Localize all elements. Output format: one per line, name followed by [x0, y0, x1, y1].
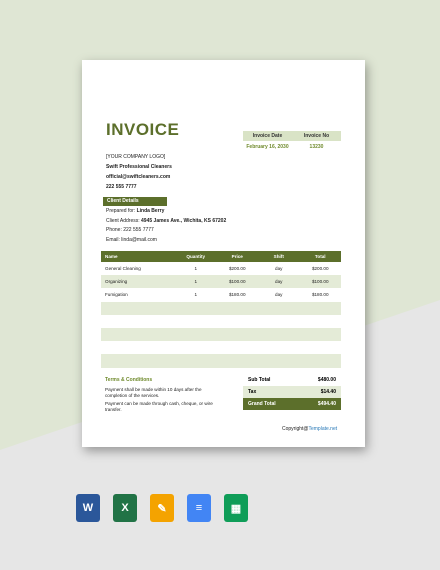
prepared-for-value: Linda Berry: [136, 208, 165, 214]
copyright-text: Copyright@: [282, 426, 309, 432]
invoice-no-header: Invoice No: [303, 133, 330, 139]
sub-total-row: Sub Total $480.00: [243, 374, 341, 386]
invoice-title: INVOICE: [106, 120, 180, 139]
items-table: Name Quantity Price Shift Total General …: [101, 251, 341, 368]
tax-value: $14.40: [320, 389, 336, 395]
header-price: Price: [231, 254, 243, 259]
grand-total-row: Grand Total $494.40: [243, 398, 341, 410]
cell-name: Organizing: [105, 279, 128, 285]
template-link[interactable]: Template.net: [308, 426, 337, 432]
client-address-value: 4945 James Ave., Wichita, KS 67202: [141, 217, 227, 224]
table-row: Organizing 1 $100.00 day $100.00: [101, 275, 341, 289]
tax-row: Tax $14.40: [243, 386, 341, 398]
table-row: General Cleaning 1 $200.00 day $200.00: [101, 262, 341, 275]
cell-name: Fumigation: [105, 292, 128, 298]
cell-shift: day: [275, 292, 283, 298]
invoice-page: INVOICE Invoice Date Invoice No February…: [82, 60, 365, 447]
table-row-empty: [101, 315, 341, 328]
cell-price: $100.00: [228, 279, 246, 285]
table-row-empty: [101, 354, 341, 368]
word-icon[interactable]: W: [76, 494, 100, 522]
table-row-empty: [101, 327, 341, 342]
terms-line: Payment shall be made within 10 days aft…: [105, 387, 202, 398]
terms-line: Payment can be made through cash, cheque…: [105, 401, 213, 412]
app-icons: W X ✎ ≡ ▦: [76, 494, 248, 522]
cell-quantity: 1: [194, 266, 198, 272]
invoice-no-value: 13230: [309, 144, 324, 150]
sheets-icon[interactable]: ▦: [224, 494, 248, 522]
excel-icon[interactable]: X: [113, 494, 137, 522]
cell-total: $100.00: [311, 279, 329, 285]
table-header-row: Name Quantity Price Shift Total: [101, 251, 341, 262]
grand-total-value: $494.40: [317, 401, 336, 407]
grand-total-label: Grand Total: [248, 401, 276, 407]
tax-label: Tax: [248, 389, 257, 395]
header-quantity: Quantity: [186, 254, 206, 259]
invoice-date-header: Invoice Date: [252, 133, 283, 139]
docs-icon[interactable]: ≡: [187, 494, 211, 522]
pages-icon[interactable]: ✎: [150, 494, 174, 522]
copyright: Copyright@Template.net: [282, 426, 337, 432]
cell-name: General Cleaning: [105, 266, 141, 272]
client-phone: Phone: 222 555 7777: [106, 227, 154, 233]
company-email: official@swiftcleaners.com: [106, 174, 171, 180]
table-row: Fumigation 1 $180.00 day $180.00: [101, 288, 341, 301]
header-total: Total: [314, 254, 326, 259]
totals-block: Sub Total $480.00 Tax $14.40 Grand Total…: [243, 374, 341, 410]
invoice-meta-header: Invoice Date Invoice No: [243, 131, 341, 141]
cell-quantity: 1: [194, 279, 198, 285]
table-row-empty: [101, 341, 341, 354]
company-logo-placeholder: [YOUR COMPANY LOGO]: [106, 154, 166, 160]
header-name: Name: [105, 254, 118, 259]
cell-shift: day: [275, 279, 283, 285]
cell-quantity: 1: [194, 292, 198, 298]
cell-price: $200.00: [228, 266, 246, 272]
terms-text: Payment shall be made within 10 days aft…: [105, 387, 215, 415]
sub-total-label: Sub Total: [248, 377, 271, 383]
invoice-meta-values: February 16, 2030 13230: [243, 142, 341, 152]
client-address-label: Client Address:: [106, 217, 140, 224]
client-details-label: Client Details: [103, 197, 167, 206]
table-row-empty: [101, 301, 341, 315]
prepared-for-label: Prepared for:: [106, 208, 136, 214]
company-phone: 222 555 7777: [106, 184, 137, 190]
cell-shift: day: [275, 266, 283, 272]
sub-total-value: $480.00: [317, 377, 336, 383]
invoice-date-value: February 16, 2030: [246, 144, 289, 150]
header-shift: Shift: [273, 254, 284, 259]
client-email: Email: linda@mail.com: [106, 236, 157, 243]
terms-heading: Terms & Conditions: [105, 377, 153, 383]
client-info: Prepared for: Linda Berry Client Address…: [106, 207, 226, 245]
cell-total: $200.00: [311, 266, 329, 272]
cell-price: $180.00: [228, 292, 246, 298]
company-name: Swift Professional Cleaners: [106, 164, 172, 170]
cell-total: $180.00: [311, 292, 329, 298]
company-info: [YOUR COMPANY LOGO] Swift Professional C…: [106, 152, 172, 192]
